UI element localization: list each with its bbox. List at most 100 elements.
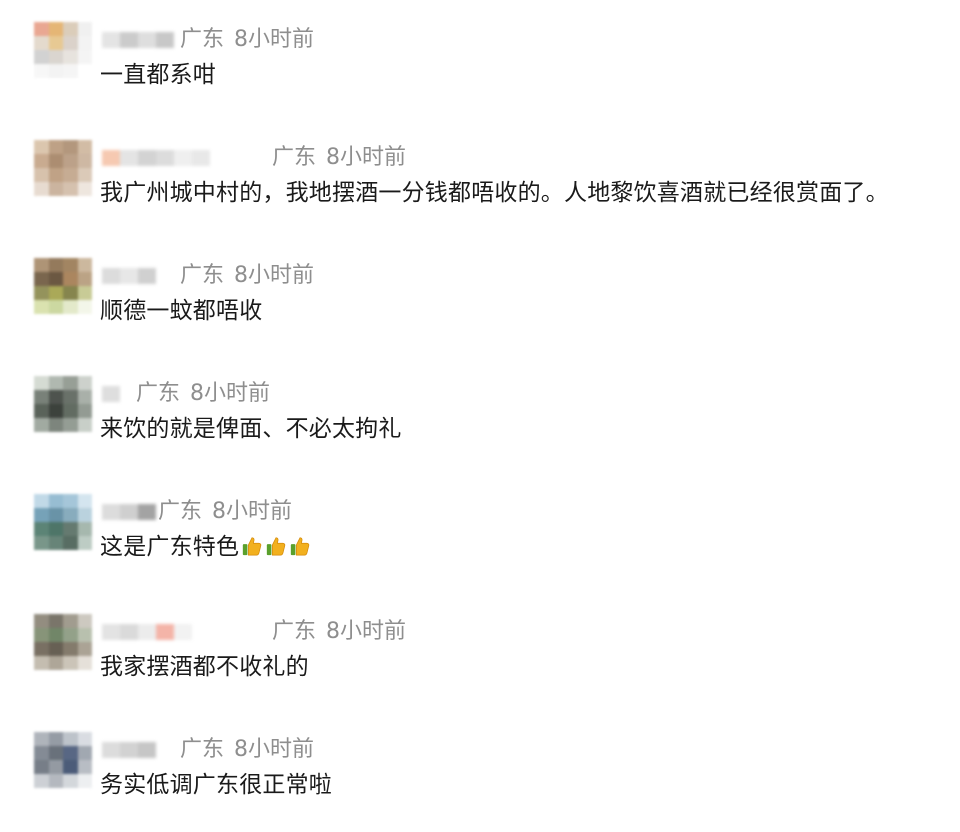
- username[interactable]: [102, 268, 156, 284]
- avatar-pixel: [63, 536, 78, 550]
- avatar-pixel: [48, 732, 63, 746]
- username[interactable]: [102, 742, 156, 758]
- avatar[interactable]: [34, 258, 92, 314]
- avatar-pixel: [77, 300, 92, 314]
- avatar-pixel: [77, 182, 92, 196]
- avatar-pixel: [34, 418, 49, 432]
- avatar-pixel: [34, 656, 49, 670]
- region-label: 广东: [180, 263, 225, 288]
- avatar-pixel: [63, 418, 78, 432]
- avatar-pixel: [63, 272, 78, 286]
- avatar-pixel: [63, 732, 78, 746]
- avatar-pixel: [77, 390, 92, 404]
- avatar-pixel: [34, 36, 49, 50]
- avatar[interactable]: [34, 614, 92, 670]
- avatar-pixel: [48, 50, 63, 64]
- avatar[interactable]: [34, 22, 92, 78]
- username[interactable]: [102, 386, 120, 402]
- avatar-pixel: [77, 404, 92, 418]
- avatar-pixel: [77, 522, 92, 536]
- avatar-pixel: [48, 418, 63, 432]
- avatar-pixel: [34, 536, 49, 550]
- avatar-pixel: [34, 376, 49, 390]
- username-blur-block: [138, 504, 156, 520]
- avatar-pixel: [77, 774, 92, 788]
- avatar-pixel: [63, 182, 78, 196]
- avatar-pixel: [63, 656, 78, 670]
- region-label: 广东: [136, 381, 181, 406]
- comment-meta: 广东 8小时前: [158, 498, 292, 526]
- avatar[interactable]: [34, 494, 92, 550]
- avatar-pixel: [77, 258, 92, 272]
- region-label: 广东: [272, 145, 317, 170]
- avatar-pixel: [48, 22, 63, 36]
- timestamp: 8小时前: [212, 499, 293, 524]
- avatar-pixel: [77, 286, 92, 300]
- username[interactable]: [102, 624, 192, 640]
- avatar-pixel: [77, 376, 92, 390]
- avatar-pixel: [77, 656, 92, 670]
- region-label: 广东: [158, 499, 203, 524]
- timestamp: 8小时前: [326, 145, 407, 170]
- timestamp: 8小时前: [234, 737, 315, 762]
- timestamp: 8小时前: [326, 619, 407, 644]
- avatar-pixel: [48, 258, 63, 272]
- emoji-row: [239, 534, 311, 560]
- avatar-pixel: [34, 746, 49, 760]
- avatar-pixel: [77, 418, 92, 432]
- avatar-pixel: [48, 36, 63, 50]
- avatar-pixel: [34, 182, 49, 196]
- comment-meta: 广东 8小时前: [136, 380, 270, 408]
- avatar-pixel: [48, 404, 63, 418]
- avatar-pixel: [34, 404, 49, 418]
- avatar[interactable]: [34, 732, 92, 788]
- avatar-pixel: [77, 272, 92, 286]
- region-label: 广东: [272, 619, 317, 644]
- avatar-pixel: [48, 300, 63, 314]
- avatar-pixel: [63, 36, 78, 50]
- avatar-pixel: [77, 36, 92, 50]
- avatar-pixel: [77, 64, 92, 78]
- comment-meta: 广东 8小时前: [272, 144, 406, 172]
- avatar[interactable]: [34, 376, 92, 432]
- avatar-pixel: [48, 182, 63, 196]
- avatar-pixel: [48, 286, 63, 300]
- comment-text: 顺德一蚊都唔收: [100, 298, 263, 324]
- avatar-pixel: [48, 508, 63, 522]
- username-blur-block: [120, 150, 138, 166]
- avatar-pixel: [34, 300, 49, 314]
- timestamp: 8小时前: [234, 27, 315, 52]
- comment-item: 广东 8小时前 来饮的就是俾面、不必太拘礼: [0, 376, 960, 466]
- avatar-pixel: [63, 168, 78, 182]
- username[interactable]: [102, 504, 156, 520]
- avatar-pixel: [48, 64, 63, 78]
- avatar-pixel: [48, 154, 63, 168]
- comment-item: 广东 8小时前 这是广东特色: [0, 494, 960, 584]
- avatar-pixel: [63, 760, 78, 774]
- avatar[interactable]: [34, 140, 92, 196]
- avatar-pixel: [34, 494, 49, 508]
- avatar-pixel: [63, 300, 78, 314]
- username[interactable]: [102, 150, 210, 166]
- avatar-pixel: [48, 642, 63, 656]
- username-blur-block: [102, 742, 120, 758]
- avatar-pixel: [77, 140, 92, 154]
- avatar-pixel: [63, 286, 78, 300]
- avatar-pixel: [48, 746, 63, 760]
- avatar-pixel: [63, 508, 78, 522]
- avatar-pixel: [63, 494, 78, 508]
- username-blur-block: [120, 624, 138, 640]
- avatar-pixel: [63, 746, 78, 760]
- avatar-pixel: [34, 760, 49, 774]
- comment-item: 广东 8小时前 一直都系咁: [0, 22, 960, 112]
- avatar-pixel: [77, 50, 92, 64]
- avatar-pixel: [77, 168, 92, 182]
- username[interactable]: [102, 32, 174, 48]
- timestamp: 8小时前: [190, 381, 271, 406]
- avatar-pixel: [34, 168, 49, 182]
- comment-text: 一直都系咁: [100, 62, 216, 88]
- username-blur-block: [102, 624, 120, 640]
- avatar-pixel: [63, 140, 78, 154]
- avatar-pixel: [63, 628, 78, 642]
- region-label: 广东: [180, 737, 225, 762]
